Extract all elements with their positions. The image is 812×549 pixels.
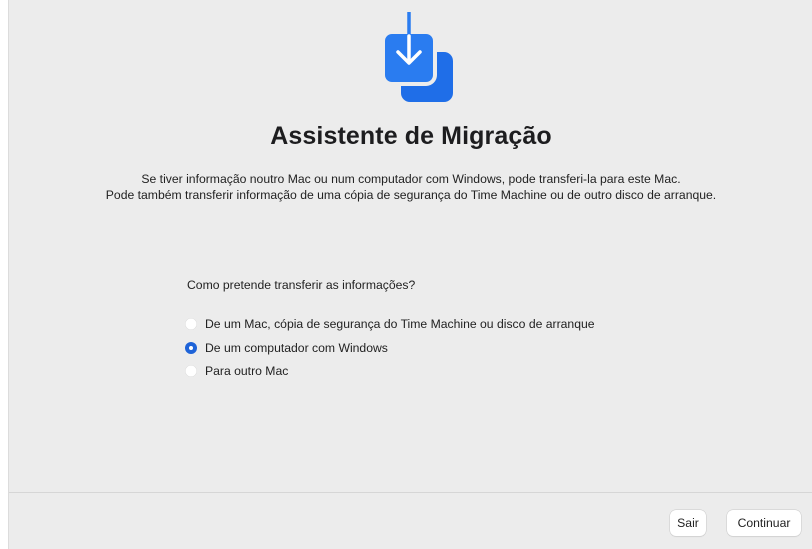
option-from-windows-pc[interactable]: De um computador com Windows — [185, 339, 595, 357]
radio-button[interactable] — [185, 365, 197, 377]
transfer-question: Como pretende transferir as informações? — [187, 278, 416, 292]
option-from-mac-time-machine[interactable]: De um Mac, cópia de segurança do Time Ma… — [185, 315, 595, 333]
option-label: Para outro Mac — [205, 364, 289, 378]
option-label: De um computador com Windows — [205, 340, 388, 355]
description-line-2: Pode também transferir informação de uma… — [105, 188, 717, 202]
quit-button[interactable]: Sair — [670, 510, 706, 536]
radio-button-selected[interactable] — [185, 341, 197, 354]
footer-divider — [9, 492, 812, 493]
description: Se tiver informação noutro Mac ou num co… — [79, 171, 743, 203]
migration-assistant-window: Assistente de Migração Se tiver informaç… — [8, 0, 812, 549]
page-title: Assistente de Migração — [270, 122, 552, 150]
radio-button[interactable] — [185, 318, 197, 330]
option-to-another-mac[interactable]: Para outro Mac — [185, 362, 595, 380]
option-label: De um Mac, cópia de segurança do Time Ma… — [205, 317, 595, 331]
transfer-options-radio-group: De um Mac, cópia de segurança do Time Ma… — [185, 315, 595, 386]
continue-button[interactable]: Continuar — [727, 510, 801, 536]
migration-assistant-download-icon — [381, 12, 453, 102]
description-line-1: Se tiver informação noutro Mac ou num co… — [141, 172, 681, 186]
